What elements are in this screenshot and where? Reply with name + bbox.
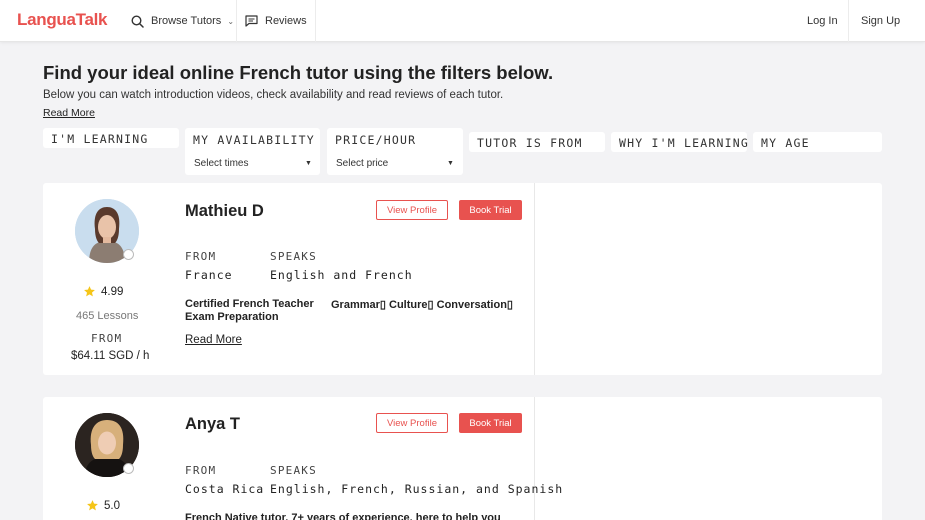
caret-down-icon: ▼ bbox=[447, 160, 454, 167]
book-trial-button[interactable]: Book Trial bbox=[459, 200, 522, 220]
tutor-name[interactable]: Anya T bbox=[185, 415, 240, 434]
status-dot bbox=[123, 463, 134, 474]
tutor-card: Anya T View Profile Book Trial FROM Cost… bbox=[43, 397, 882, 520]
search-icon bbox=[131, 14, 144, 28]
page-subtitle: Below you can watch introduction videos,… bbox=[43, 89, 504, 101]
rating-value: 4.99 bbox=[101, 285, 124, 298]
status-dot bbox=[123, 249, 134, 260]
from-country: Costa Rica bbox=[185, 482, 265, 496]
tutor-tags: Grammar▯ Culture▯ Conversation▯ bbox=[331, 299, 513, 311]
tutor-headline: French Native tutor, 7+ years of experie… bbox=[185, 512, 501, 520]
login-link[interactable]: Log In bbox=[807, 0, 838, 42]
speaks-label: SPEAKS bbox=[270, 250, 317, 263]
filter-im-learning[interactable]: I'M LEARNING bbox=[43, 128, 179, 148]
reviews-label: Reviews bbox=[265, 15, 307, 27]
filter-label: PRICE/HOUR bbox=[335, 133, 417, 147]
star-icon bbox=[87, 500, 98, 511]
signup-link[interactable]: Sign Up bbox=[848, 0, 925, 42]
price-from-label: FROM bbox=[91, 332, 123, 345]
filter-label: TUTOR IS FROM bbox=[477, 136, 583, 150]
speaks-languages: English, French, Russian, and Spanish bbox=[270, 482, 564, 496]
chat-bubble-icon bbox=[245, 15, 258, 27]
filter-label: MY AGE bbox=[761, 136, 810, 150]
page-title: Find your ideal online French tutor usin… bbox=[43, 62, 554, 83]
browse-tutors-menu[interactable]: Browse Tutors ⌄ bbox=[131, 0, 237, 42]
filter-label: MY AVAILABILITY bbox=[193, 133, 315, 147]
read-more-link[interactable]: Read More bbox=[43, 107, 95, 119]
tutor-name[interactable]: Mathieu D bbox=[185, 202, 264, 221]
filter-label: I'M LEARNING bbox=[51, 132, 149, 146]
tutor-rating: 5.0 bbox=[86, 499, 120, 512]
filter-price-hour[interactable]: PRICE/HOUR Select price ▼ bbox=[327, 128, 463, 175]
book-trial-button[interactable]: Book Trial bbox=[459, 413, 522, 433]
browse-tutors-label: Browse Tutors bbox=[151, 15, 222, 27]
headline-line: Certified French Teacher bbox=[185, 298, 314, 310]
tutor-card: Mathieu D View Profile Book Trial FROM F… bbox=[43, 183, 882, 375]
filter-why-im-learning[interactable]: WHY I'M LEARNING bbox=[611, 132, 749, 152]
from-country: France bbox=[185, 268, 233, 282]
headline-line: Exam Preparation bbox=[185, 311, 279, 323]
from-label: FROM bbox=[185, 464, 217, 477]
top-navbar: LanguaTalk Browse Tutors ⌄ Reviews Log I… bbox=[0, 0, 925, 42]
price-select-value: Select price bbox=[336, 158, 389, 169]
filter-my-availability[interactable]: MY AVAILABILITY Select times ▼ bbox=[185, 128, 320, 175]
view-profile-button[interactable]: View Profile bbox=[376, 200, 448, 220]
tutor-headline: Certified French Teacher Exam Preparatio… bbox=[185, 298, 314, 324]
caret-down-icon: ▼ bbox=[305, 160, 312, 167]
view-profile-button[interactable]: View Profile bbox=[376, 413, 448, 433]
tutor-read-more-link[interactable]: Read More bbox=[185, 334, 242, 346]
card-divider bbox=[534, 397, 535, 520]
availability-select-value: Select times bbox=[194, 158, 249, 169]
reviews-link[interactable]: Reviews bbox=[245, 0, 316, 42]
star-icon bbox=[84, 286, 95, 297]
filter-tutor-is-from[interactable]: TUTOR IS FROM bbox=[469, 132, 605, 152]
speaks-label: SPEAKS bbox=[270, 464, 317, 477]
headline-line: French Native tutor, 7+ years of experie… bbox=[185, 512, 501, 520]
filter-label: WHY I'M LEARNING bbox=[619, 136, 749, 150]
rating-value: 5.0 bbox=[104, 499, 120, 512]
chevron-down-icon: ⌄ bbox=[227, 16, 235, 26]
tutor-rating: 4.99 bbox=[83, 285, 123, 298]
filter-my-age[interactable]: MY AGE bbox=[753, 132, 882, 152]
hourly-price: $64.11 SGD / h bbox=[71, 350, 150, 362]
lessons-count: 465 Lessons bbox=[76, 310, 139, 322]
card-divider bbox=[534, 183, 535, 375]
from-label: FROM bbox=[185, 250, 217, 263]
speaks-languages: English and French bbox=[270, 268, 413, 282]
languatalk-logo[interactable]: LanguaTalk bbox=[17, 10, 108, 30]
